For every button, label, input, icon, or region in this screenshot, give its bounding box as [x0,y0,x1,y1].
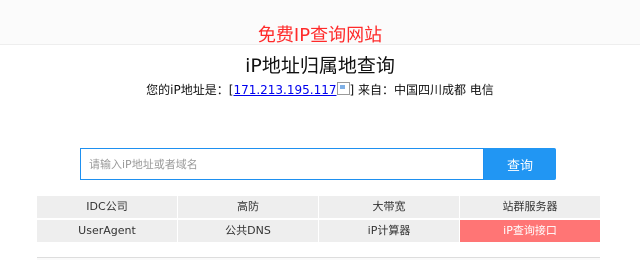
ip-search-form: 查询 [80,148,556,180]
quick-link-public-dns[interactable]: 公共DNS [178,220,318,242]
ip-prefix-text: 您的iP地址是：[ [146,83,234,97]
ip-lookup-page: 免费IP查询网站 iP地址归属地查询 您的iP地址是：[171.213.195.… [0,0,640,260]
current-ip-link[interactable]: 171.213.195.117 [233,83,336,97]
top-banner: 免费IP查询网站 [0,0,640,47]
current-ip-info: 您的iP地址是：[171.213.195.117 ] 来自：中国四川成都 电信 [0,82,640,98]
free-ip-query-site-link[interactable]: 免费IP查询网站 [0,25,640,47]
quick-link-user-agent[interactable]: UserAgent [37,220,177,242]
quick-link-ip-query-api[interactable]: iP查询接口 [460,220,600,242]
quick-link-site-group-servers[interactable]: 站群服务器 [460,196,600,218]
quick-links-grid: IDC公司 高防 大带宽 站群服务器 UserAgent 公共DNS iP计算器… [37,196,600,242]
search-button[interactable]: 查询 [484,148,556,180]
page-title: iP地址归属地查询 [245,55,395,77]
quick-link-high-defense[interactable]: 高防 [178,196,318,218]
quick-link-ip-calculator[interactable]: iP计算器 [319,220,459,242]
ip-location-text: ] 来自：中国四川成都 电信 [349,83,494,97]
ip-or-domain-search-input[interactable] [80,148,484,180]
quick-link-idc-company[interactable]: IDC公司 [37,196,177,218]
broken-image-icon [336,82,350,95]
quick-link-large-bandwidth[interactable]: 大带宽 [319,196,459,218]
